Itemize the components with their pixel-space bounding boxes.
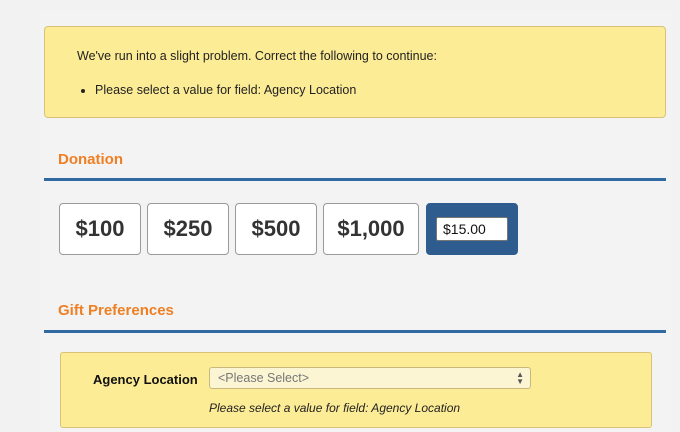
donation-divider — [44, 178, 666, 181]
other-amount-button[interactable] — [426, 203, 518, 255]
other-amount-input[interactable] — [436, 217, 508, 241]
donation-form: We've run into a slight problem. Correct… — [40, 10, 672, 432]
select-updown-icon: ▲ ▼ — [516, 370, 524, 386]
amount-500-button[interactable]: $500 — [235, 203, 317, 255]
agency-location-selected-value: <Please Select> — [218, 371, 310, 385]
error-list: Please select a value for field: Agency … — [77, 83, 356, 97]
agency-location-error: Please select a value for field: Agency … — [209, 401, 461, 415]
gift-preferences-divider — [44, 330, 666, 333]
error-message: We've run into a slight problem. Correct… — [77, 49, 437, 63]
donation-section-title: Donation — [58, 151, 123, 168]
agency-location-select[interactable]: <Please Select> ▲ ▼ — [209, 367, 531, 389]
page: We've run into a slight problem. Correct… — [0, 0, 680, 432]
agency-location-field-group: Agency Location <Please Select> ▲ ▼ Pleas… — [60, 352, 652, 428]
agency-location-label: Agency Location — [93, 372, 198, 387]
amount-250-button[interactable]: $250 — [147, 203, 229, 255]
error-alert-box: We've run into a slight problem. Correct… — [44, 26, 666, 118]
gift-preferences-section-title: Gift Preferences — [58, 302, 174, 319]
amount-100-button[interactable]: $100 — [59, 203, 141, 255]
error-list-item: Please select a value for field: Agency … — [95, 83, 356, 97]
amount-1000-button[interactable]: $1,000 — [323, 203, 419, 255]
